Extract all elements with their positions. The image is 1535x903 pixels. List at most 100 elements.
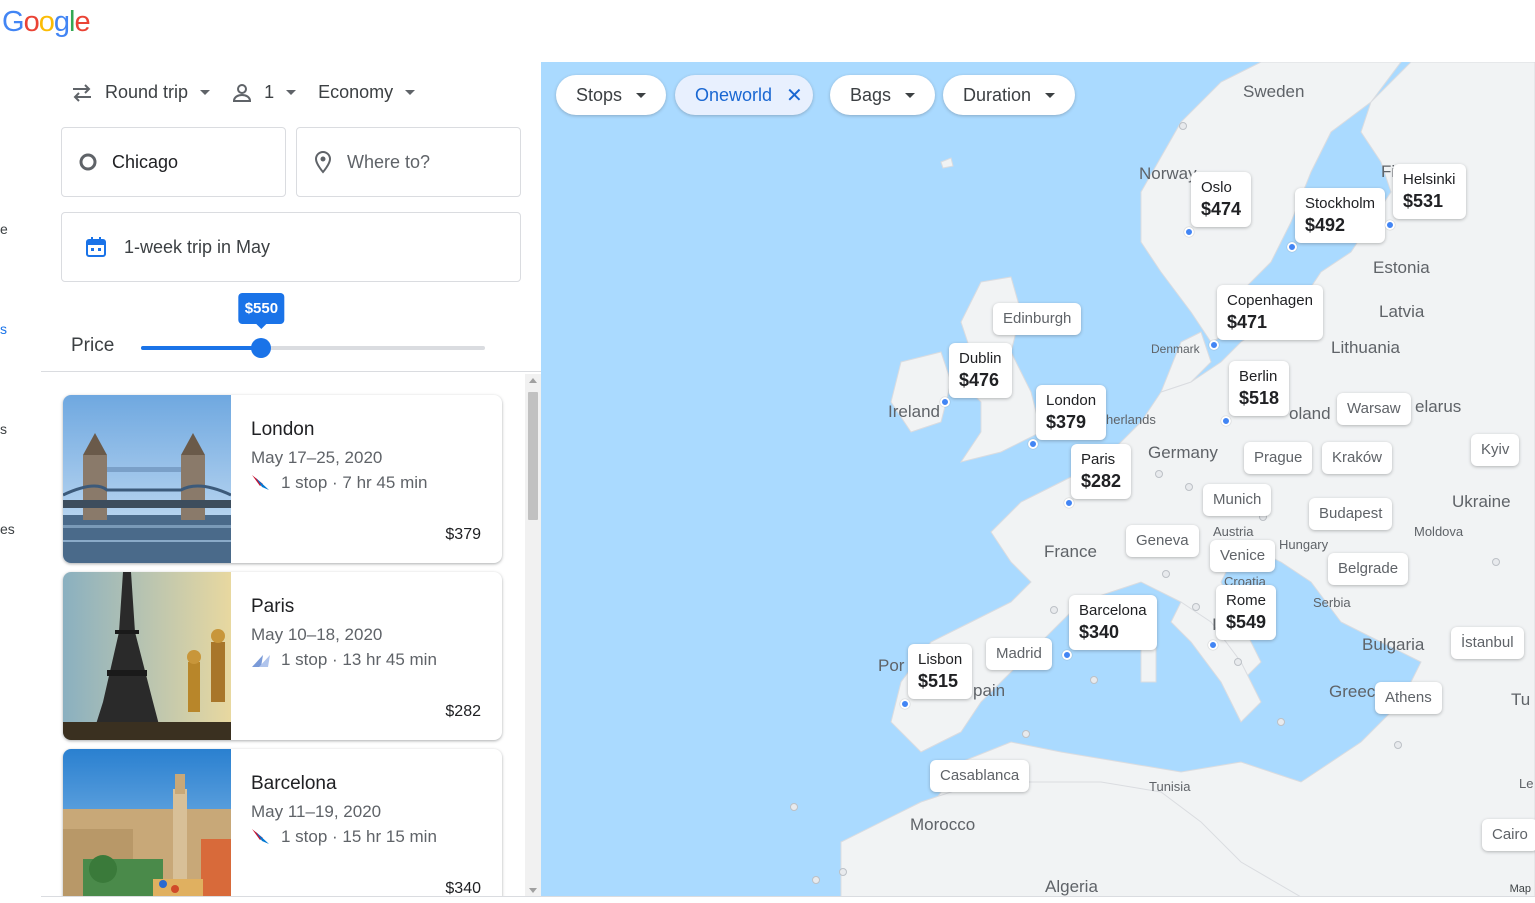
price-pin-barcelona[interactable]: Barcelona $340	[1069, 595, 1157, 650]
place-label: Ireland	[888, 402, 940, 421]
pin-city: Lisbon	[918, 651, 963, 668]
city-pin-budapest[interactable]: Budapest	[1309, 498, 1393, 530]
city-marker[interactable]	[1287, 242, 1297, 252]
destination-input[interactable]: Where to?	[296, 127, 521, 197]
city-dot[interactable]	[1050, 606, 1058, 614]
pin-city: Madrid	[996, 645, 1042, 662]
city-pin-venice[interactable]: Venice	[1210, 540, 1276, 572]
price-pin-stockholm[interactable]: Stockholm $492	[1295, 188, 1386, 243]
city-pin-casablanca[interactable]: Casablanca	[930, 760, 1030, 792]
result-card-barcelona[interactable]: Barcelona May 11–19, 2020 1 stop · 15 hr…	[63, 749, 502, 897]
city-pin-kyiv[interactable]: Kyiv	[1471, 434, 1520, 466]
price-pin-lisbon[interactable]: Lisbon $515	[908, 644, 973, 699]
chevron-down-icon	[200, 90, 211, 95]
cabin-select[interactable]: Economy	[318, 82, 416, 103]
google-logo[interactable]: Google	[2, 6, 91, 39]
city-marker[interactable]	[940, 397, 950, 407]
place-label: Ukraine	[1452, 492, 1511, 511]
city-dot[interactable]	[839, 868, 847, 876]
city-marker[interactable]	[1385, 220, 1395, 230]
pin-city: Casablanca	[940, 767, 1020, 784]
price-pin-rome[interactable]: Rome $549	[1216, 585, 1277, 640]
city-dot[interactable]	[1179, 122, 1187, 130]
scrollbar-thumb[interactable]	[528, 392, 538, 520]
city-dot[interactable]	[1394, 741, 1402, 749]
city-pin-krakow[interactable]: Kraków	[1322, 442, 1393, 474]
price-slider-thumb[interactable]	[251, 338, 272, 358]
city-pin-istanbul[interactable]: İstanbul	[1451, 627, 1524, 659]
price-pin-berlin[interactable]: Berlin $518	[1229, 361, 1290, 416]
price-pin-copenhagen[interactable]: Copenhagen $471	[1217, 285, 1323, 340]
city-dot[interactable]	[1155, 470, 1163, 478]
result-card-london[interactable]: London May 17–25, 2020 1 stop · 7 hr 45 …	[63, 395, 502, 563]
city-pin-cairo[interactable]: Cairo	[1482, 819, 1535, 851]
passengers-select[interactable]: 1	[232, 82, 297, 103]
nav-fragment[interactable]: e	[0, 221, 8, 237]
scroll-up-icon[interactable]	[529, 378, 537, 383]
price-slider[interactable]: $550	[141, 293, 485, 358]
city-pin-belgrade[interactable]: Belgrade	[1328, 553, 1409, 585]
scroll-down-icon[interactable]	[529, 888, 537, 893]
city-marker[interactable]	[1209, 340, 1219, 350]
nav-fragment-active[interactable]: s	[0, 321, 7, 337]
pin-city: Budapest	[1319, 505, 1383, 522]
price-pin-dublin[interactable]: Dublin $476	[949, 343, 1012, 398]
bags-filter[interactable]: Bags	[830, 75, 936, 115]
result-card-paris[interactable]: Paris May 10–18, 2020 1 stop · 13 hr 45 …	[63, 572, 502, 740]
city-pin-warsaw[interactable]: Warsaw	[1337, 393, 1411, 425]
stops-filter[interactable]: Stops	[556, 75, 667, 115]
city-marker[interactable]	[1062, 650, 1072, 660]
place-label: Lithuania	[1331, 338, 1401, 357]
city-pin-athens[interactable]: Athens	[1375, 682, 1442, 714]
city-dot[interactable]	[1192, 603, 1200, 611]
city-pin-edinburgh[interactable]: Edinburgh	[993, 303, 1082, 335]
city-dot[interactable]	[1234, 658, 1242, 666]
duration-filter[interactable]: Duration	[943, 75, 1076, 115]
trip-type-select[interactable]: Round trip	[71, 82, 211, 103]
origin-input[interactable]: Chicago	[61, 127, 286, 197]
city-marker[interactable]	[900, 699, 910, 709]
city-pin-geneva[interactable]: Geneva	[1126, 525, 1199, 557]
card-flight-info: 1 stop · 13 hr 45 min	[281, 650, 437, 669]
pin-city: Cairo	[1492, 826, 1528, 843]
price-label: Price	[71, 335, 115, 356]
pin-city: Copenhagen	[1227, 292, 1313, 309]
city-dot[interactable]	[1022, 730, 1030, 738]
price-pin-oslo[interactable]: Oslo $474	[1191, 172, 1252, 227]
city-dot[interactable]	[812, 876, 820, 884]
date-input[interactable]: 1-week trip in May	[61, 212, 521, 282]
place-label: Por	[878, 656, 905, 675]
city-marker[interactable]	[1221, 416, 1231, 426]
close-icon[interactable]: ✕	[786, 83, 803, 108]
city-dot[interactable]	[790, 803, 798, 811]
divider	[41, 896, 1535, 897]
trip-type-label: Round trip	[105, 82, 189, 102]
city-pin-madrid[interactable]: Madrid	[986, 638, 1052, 670]
chevron-down-icon	[1045, 92, 1056, 98]
city-dot[interactable]	[1162, 570, 1170, 578]
pin-price: $340	[1079, 621, 1120, 642]
explore-map[interactable]: Stops Oneworld ✕ Bags Duration Sweden No…	[541, 62, 1535, 897]
chevron-down-icon	[286, 90, 297, 95]
city-marker[interactable]	[1208, 640, 1218, 650]
city-pin-munich[interactable]: Munich	[1203, 484, 1272, 516]
city-dot[interactable]	[1492, 558, 1500, 566]
city-dot[interactable]	[1185, 483, 1193, 491]
city-pin-prague[interactable]: Prague	[1244, 442, 1313, 474]
place-label: pain	[973, 681, 1006, 700]
city-marker[interactable]	[1184, 227, 1194, 237]
nav-fragment[interactable]: es	[0, 521, 15, 537]
nav-fragment[interactable]: s	[0, 421, 7, 437]
price-pin-helsinki[interactable]: Helsinki $531	[1393, 164, 1466, 219]
city-marker[interactable]	[1064, 498, 1074, 508]
pin-city: Oslo	[1201, 179, 1232, 196]
place-label: Le	[1519, 776, 1534, 791]
price-pin-london[interactable]: London $379	[1036, 385, 1107, 440]
results-scrollbar[interactable]	[525, 374, 541, 897]
alliance-filter[interactable]: Oneworld ✕	[675, 75, 813, 115]
price-pin-paris[interactable]: Paris $282	[1071, 444, 1132, 499]
place-label: Algeria	[1045, 877, 1098, 896]
city-marker[interactable]	[1028, 439, 1038, 449]
city-dot[interactable]	[1277, 718, 1285, 726]
city-dot[interactable]	[1090, 676, 1098, 684]
